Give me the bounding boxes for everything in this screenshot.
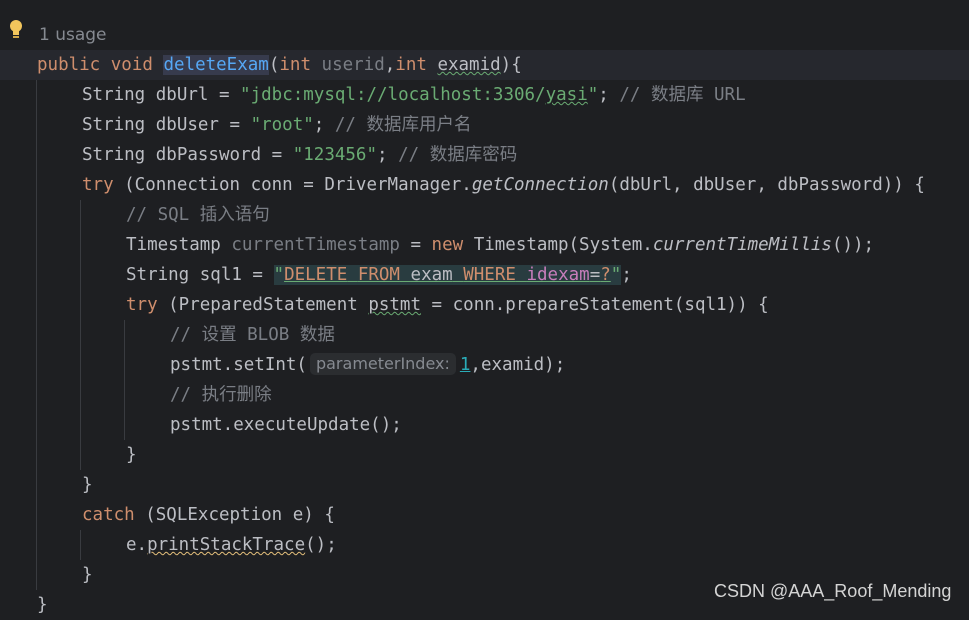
comment: // 设置 BLOB 数据 xyxy=(170,325,335,345)
method-name[interactable]: deleteExam xyxy=(163,55,269,75)
declaration: String sql1 = xyxy=(126,265,274,285)
watermark: CSDN @AAA_Roof_Mending xyxy=(714,581,952,601)
string-literal: "root" xyxy=(250,115,314,135)
code-text: ()); xyxy=(831,235,875,255)
code-line[interactable]: // 执行删除 xyxy=(170,380,272,410)
code-line[interactable]: catch (SQLException e) { xyxy=(82,500,335,530)
keyword: catch xyxy=(82,505,135,525)
closing-brace: } xyxy=(126,445,137,465)
string-quote: " xyxy=(610,265,622,285)
keyword: new xyxy=(431,235,464,255)
sql-space xyxy=(516,265,527,285)
sql-table-name: exam xyxy=(410,265,453,285)
comment: // 数据库密码 xyxy=(387,145,518,165)
parameter-hint: parameterIndex: xyxy=(309,353,456,375)
sql-operator: = xyxy=(589,265,601,285)
code-line-method-signature[interactable]: public void deleteExam(int userid,int ex… xyxy=(37,50,522,80)
variable-pstmt: pstmt xyxy=(368,295,422,315)
indent-guide xyxy=(36,80,37,590)
sql-keyword: FROM xyxy=(357,265,400,285)
code-text: (dbUrl, dbUser, dbPassword)) { xyxy=(608,175,925,195)
sql-string: "DELETE FROM exam WHERE idexam=?" xyxy=(273,265,622,285)
comment: // SQL 插入语句 xyxy=(126,205,270,225)
lightbulb-icon[interactable] xyxy=(9,19,23,41)
code-line[interactable]: } xyxy=(82,560,93,590)
comment: // 执行删除 xyxy=(170,385,272,405)
type-name: Timestamp xyxy=(126,235,232,255)
code-line[interactable]: // SQL 插入语句 xyxy=(126,200,270,230)
param-userid: userid xyxy=(321,55,385,75)
closing-brace: } xyxy=(82,565,93,585)
punctuation: ( xyxy=(268,55,280,75)
declaration: String dbPassword = xyxy=(82,145,293,165)
operator: = xyxy=(399,235,432,255)
code-line-sql[interactable]: String sql1 = "DELETE FROM exam WHERE id… xyxy=(126,260,632,290)
sql-column-name: idexam xyxy=(526,265,590,285)
type-keyword: int xyxy=(279,55,311,75)
number-literal[interactable]: 1 xyxy=(460,355,471,375)
punctuation: , xyxy=(384,55,396,75)
code-text: Timestamp(System. xyxy=(463,235,653,255)
static-method-call: getConnection xyxy=(471,175,609,195)
code-text: pstmt.setInt( xyxy=(170,355,307,375)
sql-keyword: DELETE xyxy=(284,265,348,285)
code-line[interactable]: e.printStackTrace(); xyxy=(126,530,337,560)
string-literal: "jdbc:mysql://localhost:3306/ xyxy=(240,85,546,105)
string-literal: " xyxy=(587,85,599,105)
code-text: e. xyxy=(126,535,148,555)
punctuation: ; xyxy=(621,265,632,285)
comment: // 数据库用户名 xyxy=(324,115,472,135)
keyword: public xyxy=(37,55,101,75)
code-text: (Connection conn = DriverManager. xyxy=(113,175,472,195)
indent-guide xyxy=(80,200,81,470)
sql-keyword: WHERE xyxy=(463,265,516,285)
closing-brace: } xyxy=(82,475,93,495)
keyword: try xyxy=(82,175,114,195)
code-line[interactable]: } xyxy=(37,590,48,620)
string-literal: "123456" xyxy=(292,145,378,165)
code-line[interactable]: } xyxy=(82,470,93,500)
code-line[interactable]: String dbPassword = "123456"; // 数据库密码 xyxy=(82,140,517,170)
usages-hint[interactable]: 1 usage xyxy=(39,24,107,46)
code-line[interactable]: Timestamp currentTimestamp = new Timesta… xyxy=(126,230,874,260)
code-line[interactable]: try (PreparedStatement pstmt = conn.prep… xyxy=(126,290,769,320)
static-method-call: currentTimeMillis xyxy=(652,235,832,255)
code-line[interactable]: pstmt.executeUpdate(); xyxy=(170,410,402,440)
punctuation: ; xyxy=(313,115,325,135)
punctuation: ; xyxy=(598,85,609,105)
method-call-warning: printStackTrace xyxy=(147,535,306,555)
code-line[interactable]: String dbUser = "root"; // 数据库用户名 xyxy=(82,110,472,140)
comment: // 数据库 URL xyxy=(608,85,746,105)
unused-variable: currentTimestamp xyxy=(231,235,400,255)
param-examid: examid xyxy=(437,55,501,75)
sql-space xyxy=(347,265,358,285)
code-editor[interactable]: 1 usage public void deleteExam(int useri… xyxy=(0,0,969,615)
indent-guide xyxy=(80,530,81,560)
code-text: pstmt.executeUpdate(); xyxy=(170,415,402,435)
indent-guide xyxy=(124,320,125,440)
code-line[interactable]: } xyxy=(126,440,137,470)
sql-placeholder: ? xyxy=(600,265,611,285)
punctuation: ; xyxy=(377,145,388,165)
keyword: try xyxy=(126,295,158,315)
code-line[interactable]: try (Connection conn = DriverManager.get… xyxy=(82,170,925,200)
declaration: String dbUser = xyxy=(82,115,251,135)
code-text: (); xyxy=(305,535,337,555)
code-text: (PreparedStatement xyxy=(157,295,369,315)
declaration: String dbUrl = xyxy=(82,85,241,105)
string-quote: " xyxy=(273,265,285,285)
sql-space xyxy=(453,265,464,285)
keyword: void xyxy=(110,55,153,75)
code-text: ,examid); xyxy=(470,355,566,375)
sql-space xyxy=(400,265,411,285)
punctuation: ){ xyxy=(500,55,522,75)
code-text: = conn.prepareStatement(sql1)) { xyxy=(421,295,769,315)
code-line[interactable]: // 设置 BLOB 数据 xyxy=(170,320,335,350)
type-keyword: int xyxy=(395,55,427,75)
code-line[interactable]: pstmt.setInt(parameterIndex: 1,examid); xyxy=(170,350,565,380)
code-text: (SQLException e) { xyxy=(134,505,335,525)
closing-brace: } xyxy=(37,595,48,615)
string-literal-typo: yasi xyxy=(545,85,588,105)
code-line[interactable]: String dbUrl = "jdbc:mysql://localhost:3… xyxy=(82,80,746,110)
